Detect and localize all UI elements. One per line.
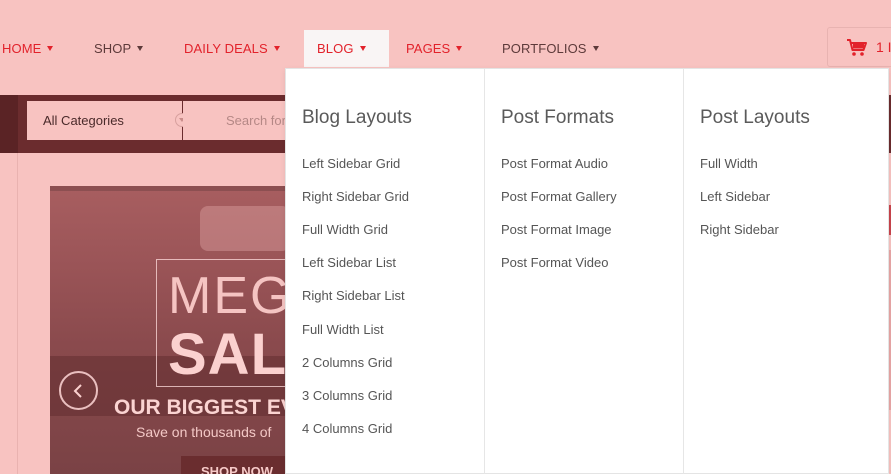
nav-item-label: PAGES (406, 41, 451, 56)
menu-link[interactable]: Post Format Gallery (501, 189, 617, 204)
menu-link[interactable]: Left Sidebar List (302, 255, 396, 270)
menu-link[interactable]: 2 Columns Grid (302, 355, 392, 370)
caret-down-icon (47, 46, 54, 51)
menu-link[interactable]: Left Sidebar Grid (302, 156, 400, 171)
menu-column-title: Blog Layouts (302, 107, 412, 128)
cart-button[interactable]: 1 I (827, 27, 891, 67)
menu-link[interactable]: Left Sidebar (700, 189, 770, 204)
nav-item-blog[interactable]: BLOG (304, 30, 389, 67)
nav-item-label: BLOG (317, 41, 354, 56)
slider-sale-text: SAL (168, 322, 287, 387)
nav-item-pages[interactable]: PAGES (406, 30, 463, 67)
slider-top-bar (50, 186, 290, 191)
menu-column-post-formats: Post Formats Post Format Audio Post Form… (485, 69, 684, 474)
blog-mega-menu: Blog Layouts Left Sidebar Grid Right Sid… (285, 68, 889, 474)
caret-down-icon (456, 46, 463, 51)
menu-link[interactable]: Full Width List (302, 322, 384, 337)
slider-background-shape (200, 206, 290, 251)
nav-item-shop[interactable]: SHOP (94, 30, 144, 67)
menu-link[interactable]: Post Format Audio (501, 156, 608, 171)
shopping-cart-icon (847, 38, 867, 56)
menu-column-title: Post Formats (501, 107, 614, 128)
menu-link[interactable]: 3 Columns Grid (302, 388, 392, 403)
menu-link[interactable]: 4 Columns Grid (302, 421, 392, 436)
nav-item-label: SHOP (94, 41, 132, 56)
caret-down-icon (137, 46, 144, 51)
caret-down-icon (273, 46, 280, 51)
nav-item-daily-deals[interactable]: DAILY DEALS (184, 30, 280, 67)
caret-down-icon (592, 46, 599, 51)
search-bar-accent (0, 95, 18, 153)
hero-slider: MEG SAL OUR BIGGEST EV Save on thousands… (50, 186, 290, 474)
nav-item-label: DAILY DEALS (184, 41, 268, 56)
cart-count: 1 I (876, 39, 891, 55)
category-select-value: All Categories (43, 113, 124, 128)
slider-subline: Save on thousands of (136, 424, 272, 440)
menu-column-title: Post Layouts (700, 107, 810, 128)
nav-item-portfolios[interactable]: PORTFOLIOS (502, 30, 599, 67)
menu-link[interactable]: Right Sidebar List (302, 288, 405, 303)
menu-link[interactable]: Right Sidebar Grid (302, 189, 409, 204)
search-input[interactable] (183, 101, 293, 140)
menu-link[interactable]: Full Width (700, 156, 758, 171)
menu-column-blog-layouts: Blog Layouts Left Sidebar Grid Right Sid… (286, 69, 485, 474)
menu-column-post-layouts: Post Layouts Full Width Left Sidebar Rig… (684, 69, 888, 474)
shop-now-button[interactable]: SHOP NOW (181, 456, 290, 474)
menu-link[interactable]: Post Format Image (501, 222, 612, 237)
slider-headline: OUR BIGGEST EV (114, 396, 290, 419)
caret-down-icon (359, 46, 366, 51)
nav-item-label: PORTFOLIOS (502, 41, 587, 56)
slider-mega-text: MEG (168, 267, 290, 325)
category-select[interactable]: All Categories (27, 101, 189, 140)
menu-link[interactable]: Post Format Video (501, 255, 608, 270)
nav-item-home[interactable]: HOME (2, 30, 54, 67)
menu-link[interactable]: Right Sidebar (700, 222, 779, 237)
slider-prev-button[interactable] (59, 371, 98, 410)
sidebar-divider (17, 153, 18, 474)
chevron-left-icon (73, 383, 82, 398)
menu-link[interactable]: Full Width Grid (302, 222, 388, 237)
nav-item-label: HOME (2, 41, 42, 56)
